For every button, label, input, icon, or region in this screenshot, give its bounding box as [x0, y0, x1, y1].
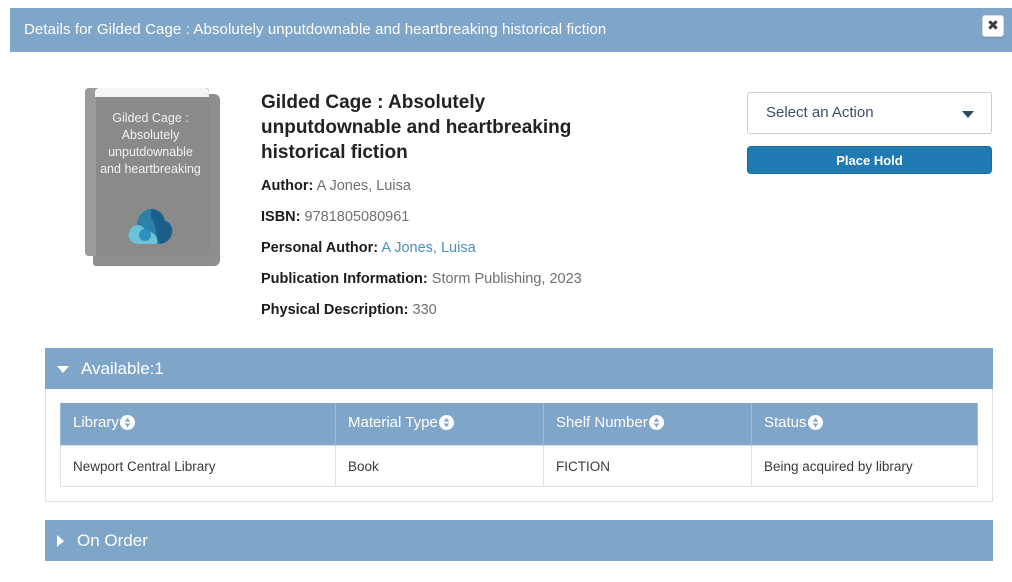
column-header-status[interactable]: Status — [751, 403, 978, 446]
sort-toggle-icon[interactable] — [438, 415, 454, 434]
detail-area: Gilded Cage : Absolutely unputdownable a… — [0, 60, 1012, 330]
panel-on-order-title: On Order — [77, 530, 148, 550]
sort-toggle-icon[interactable] — [648, 415, 664, 434]
field-publication-information-label: Publication Information: — [261, 271, 428, 287]
holdings-header-row: Library Material Type Shelf Number Statu… — [60, 403, 978, 446]
cell-library: Newport Central Library — [60, 445, 336, 487]
field-author: Author: A Jones, Luisa — [261, 171, 721, 202]
field-author-label: Author: — [261, 178, 314, 194]
field-physical-description: Physical Description: 330 — [261, 295, 721, 326]
column-header-library[interactable]: Library — [60, 403, 336, 446]
select-an-action-dropdown[interactable]: Select an Action — [747, 92, 992, 134]
panel-on-order: On Order — [45, 520, 993, 561]
place-hold-button[interactable]: Place Hold — [747, 146, 992, 174]
modal-header: Details for Gilded Cage : Absolutely unp… — [10, 8, 1012, 52]
book-cover-face: Gilded Cage : Absolutely unputdownable a… — [85, 88, 209, 256]
holdings-table: Library Material Type Shelf Number Statu… — [60, 403, 978, 487]
field-physical-description-label: Physical Description: — [261, 302, 409, 318]
caret-right-icon — [57, 534, 64, 547]
modal-title: Details for Gilded Cage : Absolutely unp… — [24, 21, 607, 38]
field-publication-information-value: Storm Publishing, 2023 — [431, 271, 582, 287]
panel-available-body: Library Material Type Shelf Number Statu… — [45, 389, 993, 502]
table-row: Newport Central Library Book FICTION Bei… — [60, 445, 978, 487]
caret-down-icon — [57, 366, 69, 373]
action-panel: Select an Action Place Hold — [747, 92, 994, 174]
field-publication-information: Publication Information: Storm Publishin… — [261, 264, 721, 295]
column-header-library-label: Library — [73, 414, 119, 431]
cloud-logo-icon — [127, 206, 173, 246]
chevron-down-icon — [962, 111, 974, 118]
column-header-shelf-number-label: Shelf Number — [556, 414, 648, 431]
panel-available-header[interactable]: Available:1 — [45, 348, 993, 389]
field-physical-description-value: 330 — [412, 302, 437, 318]
close-icon: ✖ — [987, 18, 999, 34]
sort-toggle-icon[interactable] — [119, 415, 135, 434]
cell-material-type: Book — [335, 445, 544, 487]
record-title: Gilded Cage : Absolutely unputdownable a… — [261, 92, 572, 163]
select-an-action-label: Select an Action — [766, 104, 874, 121]
field-personal-author-label: Personal Author: — [261, 240, 379, 256]
field-personal-author: Personal Author: A Jones, Luisa — [261, 233, 721, 264]
bibliographic-details: Gilded Cage : Absolutely unputdownable a… — [261, 90, 721, 326]
book-cover-title: Gilded Cage : Absolutely unputdownable a… — [100, 111, 201, 176]
field-personal-author-link[interactable]: A Jones, Luisa — [381, 240, 475, 256]
cell-status: Being acquired by library — [751, 445, 978, 487]
field-isbn: ISBN: 9781805080961 — [261, 202, 721, 233]
field-isbn-label: ISBN: — [261, 209, 301, 225]
cell-shelf-number: FICTION — [543, 445, 752, 487]
book-page-edge — [95, 88, 209, 97]
column-header-status-label: Status — [764, 414, 807, 431]
field-author-value: A Jones, Luisa — [316, 178, 411, 194]
panel-available-title: Available:1 — [81, 358, 164, 378]
book-cover: Gilded Cage : Absolutely unputdownable a… — [85, 88, 220, 266]
close-button[interactable]: ✖ — [982, 15, 1004, 37]
field-isbn-value: 9781805080961 — [304, 209, 410, 225]
column-header-shelf-number[interactable]: Shelf Number — [543, 403, 752, 446]
column-header-material-type-label: Material Type — [348, 414, 438, 431]
book-spine — [85, 88, 96, 256]
column-header-material-type[interactable]: Material Type — [335, 403, 544, 446]
holdings-table-body: Newport Central Library Book FICTION Bei… — [60, 445, 978, 487]
sort-toggle-icon[interactable] — [807, 415, 823, 434]
holdings-table-head: Library Material Type Shelf Number Statu… — [60, 403, 978, 446]
panel-on-order-header[interactable]: On Order — [45, 520, 993, 561]
panel-available: Available:1 Library Material Type Shelf … — [45, 348, 993, 502]
